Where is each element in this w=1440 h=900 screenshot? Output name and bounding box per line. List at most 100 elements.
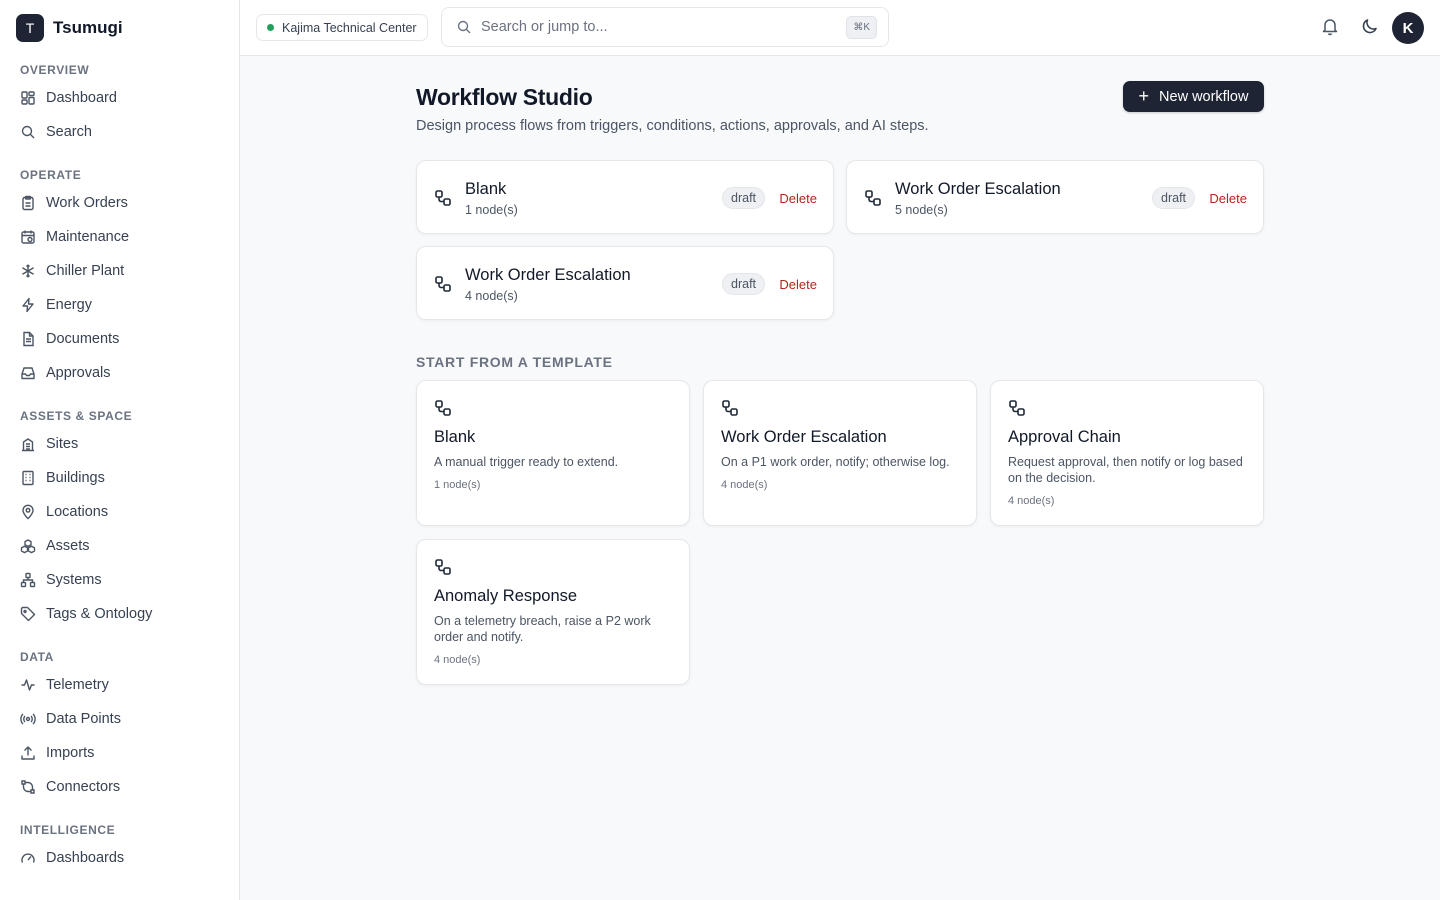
sidebar-item-tags-ontology[interactable]: Tags & Ontology — [0, 597, 239, 631]
status-badge: draft — [722, 273, 766, 295]
sidebar-item-label: Assets — [46, 538, 90, 554]
template-name: Work Order Escalation — [721, 428, 887, 446]
brand-logo: T — [16, 14, 44, 42]
workflow-icon — [434, 558, 452, 576]
template-card[interactable]: Blank A manual trigger ready to extend. … — [416, 380, 690, 526]
shortcut-badge: ⌘K — [846, 16, 877, 39]
workflow-icon — [721, 399, 739, 417]
sidebar-item-documents[interactable]: Documents — [0, 322, 239, 356]
new-workflow-button[interactable]: + New workflow — [1123, 81, 1264, 112]
sidebar-item-data-points[interactable]: Data Points — [0, 702, 239, 736]
building-icon — [20, 470, 36, 486]
section-label: OPERATE — [20, 168, 82, 182]
sidebar-item-dashboard[interactable]: Dashboard — [0, 81, 239, 115]
moon-icon[interactable] — [1360, 16, 1380, 36]
template-card[interactable]: Anomaly Response On a telemetry breach, … — [416, 539, 690, 685]
brand-name: Tsumugi — [53, 18, 123, 37]
delete-button[interactable]: Delete — [1209, 191, 1247, 206]
sidebar-item-label: Approvals — [46, 365, 111, 381]
sidebar-item-imports[interactable]: Imports — [0, 736, 239, 770]
sidebar-item-buildings[interactable]: Buildings — [0, 461, 239, 495]
workflow-node-count: 4 node(s) — [465, 289, 518, 303]
template-node-count: 4 node(s) — [434, 654, 481, 666]
sidebar-item-label: Work Orders — [46, 195, 128, 211]
site-selector[interactable]: Kajima Technical Center — [256, 14, 428, 41]
site-name: Kajima Technical Center — [282, 20, 417, 35]
sidebar-item-label: Systems — [46, 572, 102, 588]
sidebar-item-label: Connectors — [46, 779, 121, 795]
workflow-card[interactable]: Blank 1 node(s) draft Delete — [416, 160, 834, 234]
activity-icon — [20, 677, 36, 693]
nav-section-data: DATA Telemetry Data Points Imports Conne… — [0, 646, 239, 804]
sidebar-item-label: Dashboard — [46, 90, 117, 106]
sidebar-item-label: Energy — [46, 297, 92, 313]
status-dot — [267, 24, 274, 31]
bolt-icon — [20, 297, 36, 313]
workflow-icon — [864, 189, 882, 207]
snowflake-icon — [20, 263, 36, 279]
workflow-icon — [1008, 399, 1026, 417]
plus-icon: + — [1138, 85, 1150, 106]
template-name: Blank — [434, 428, 476, 446]
delete-button[interactable]: Delete — [779, 191, 817, 206]
workflow-card[interactable]: Work Order Escalation 5 node(s) draft De… — [846, 160, 1264, 234]
section-label: INTELLIGENCE — [20, 823, 116, 837]
sidebar-item-systems[interactable]: Systems — [0, 563, 239, 597]
topbar: Kajima Technical Center Search or jump t… — [240, 0, 1440, 56]
avatar[interactable]: K — [1392, 12, 1424, 44]
template-description: A manual trigger ready to extend. — [434, 455, 619, 469]
workflow-card[interactable]: Work Order Escalation 4 node(s) draft De… — [416, 246, 834, 320]
sidebar-item-dashboards[interactable]: Dashboards — [0, 841, 239, 875]
sidebar-item-label: Maintenance — [46, 229, 130, 245]
brand[interactable]: T Tsumugi — [0, 0, 239, 56]
upload-icon — [20, 745, 36, 761]
template-card[interactable]: Approval Chain Request approval, then no… — [990, 380, 1264, 526]
sidebar-item-sites[interactable]: Sites — [0, 427, 239, 461]
section-label: OVERVIEW — [20, 63, 90, 77]
sidebar-item-label: Search — [46, 124, 92, 140]
sidebar-item-connectors[interactable]: Connectors — [0, 770, 239, 804]
clipboard-icon — [20, 195, 36, 211]
workflow-name: Work Order Escalation — [895, 180, 1061, 198]
nav-section-operate: OPERATE Work Orders Maintenance Chiller … — [0, 164, 239, 390]
workflow-icon — [434, 189, 452, 207]
document-icon — [20, 331, 36, 347]
sidebar: T Tsumugi OVERVIEW Dashboard Search OPER… — [0, 0, 240, 900]
sidebar-item-chiller-plant[interactable]: Chiller Plant — [0, 254, 239, 288]
page-subtitle: Design process flows from triggers, cond… — [416, 118, 929, 134]
delete-button[interactable]: Delete — [779, 277, 817, 292]
section-label: DATA — [20, 650, 54, 664]
workflow-name: Work Order Escalation — [465, 266, 631, 284]
sidebar-item-label: Tags & Ontology — [46, 606, 153, 622]
template-description: Request approval, then notify or log bas… — [1008, 455, 1243, 485]
sidebar-item-work-orders[interactable]: Work Orders — [0, 186, 239, 220]
search-icon — [456, 19, 472, 35]
workflow-icon — [434, 275, 452, 293]
sidebar-item-telemetry[interactable]: Telemetry — [0, 668, 239, 702]
boxes-icon — [20, 538, 36, 554]
sidebar-item-locations[interactable]: Locations — [0, 495, 239, 529]
sidebar-item-label: Documents — [46, 331, 120, 347]
templates-section-label: START FROM A TEMPLATE — [416, 354, 613, 370]
sidebar-item-assets[interactable]: Assets — [0, 529, 239, 563]
inbox-icon — [20, 365, 36, 381]
template-description: On a P1 work order, notify; otherwise lo… — [721, 455, 950, 469]
plug-icon — [20, 779, 36, 795]
template-name: Approval Chain — [1008, 428, 1121, 446]
section-label: ASSETS & SPACE — [20, 409, 133, 423]
sidebar-item-maintenance[interactable]: Maintenance — [0, 220, 239, 254]
sidebar-item-label: Chiller Plant — [46, 263, 125, 279]
sidebar-item-approvals[interactable]: Approvals — [0, 356, 239, 390]
sidebar-item-label: Locations — [46, 504, 109, 520]
template-card[interactable]: Work Order Escalation On a P1 work order… — [703, 380, 977, 526]
sidebar-item-search[interactable]: Search — [0, 115, 239, 149]
template-node-count: 1 node(s) — [434, 479, 481, 491]
sidebar-item-label: Buildings — [46, 470, 105, 486]
gauge-icon — [20, 850, 36, 866]
search-icon — [20, 124, 36, 140]
workflow-node-count: 5 node(s) — [895, 203, 948, 217]
dashboard-icon — [20, 90, 36, 106]
sidebar-item-energy[interactable]: Energy — [0, 288, 239, 322]
bell-icon[interactable] — [1320, 16, 1340, 36]
search-input[interactable]: Search or jump to... ⌘K — [441, 7, 889, 47]
